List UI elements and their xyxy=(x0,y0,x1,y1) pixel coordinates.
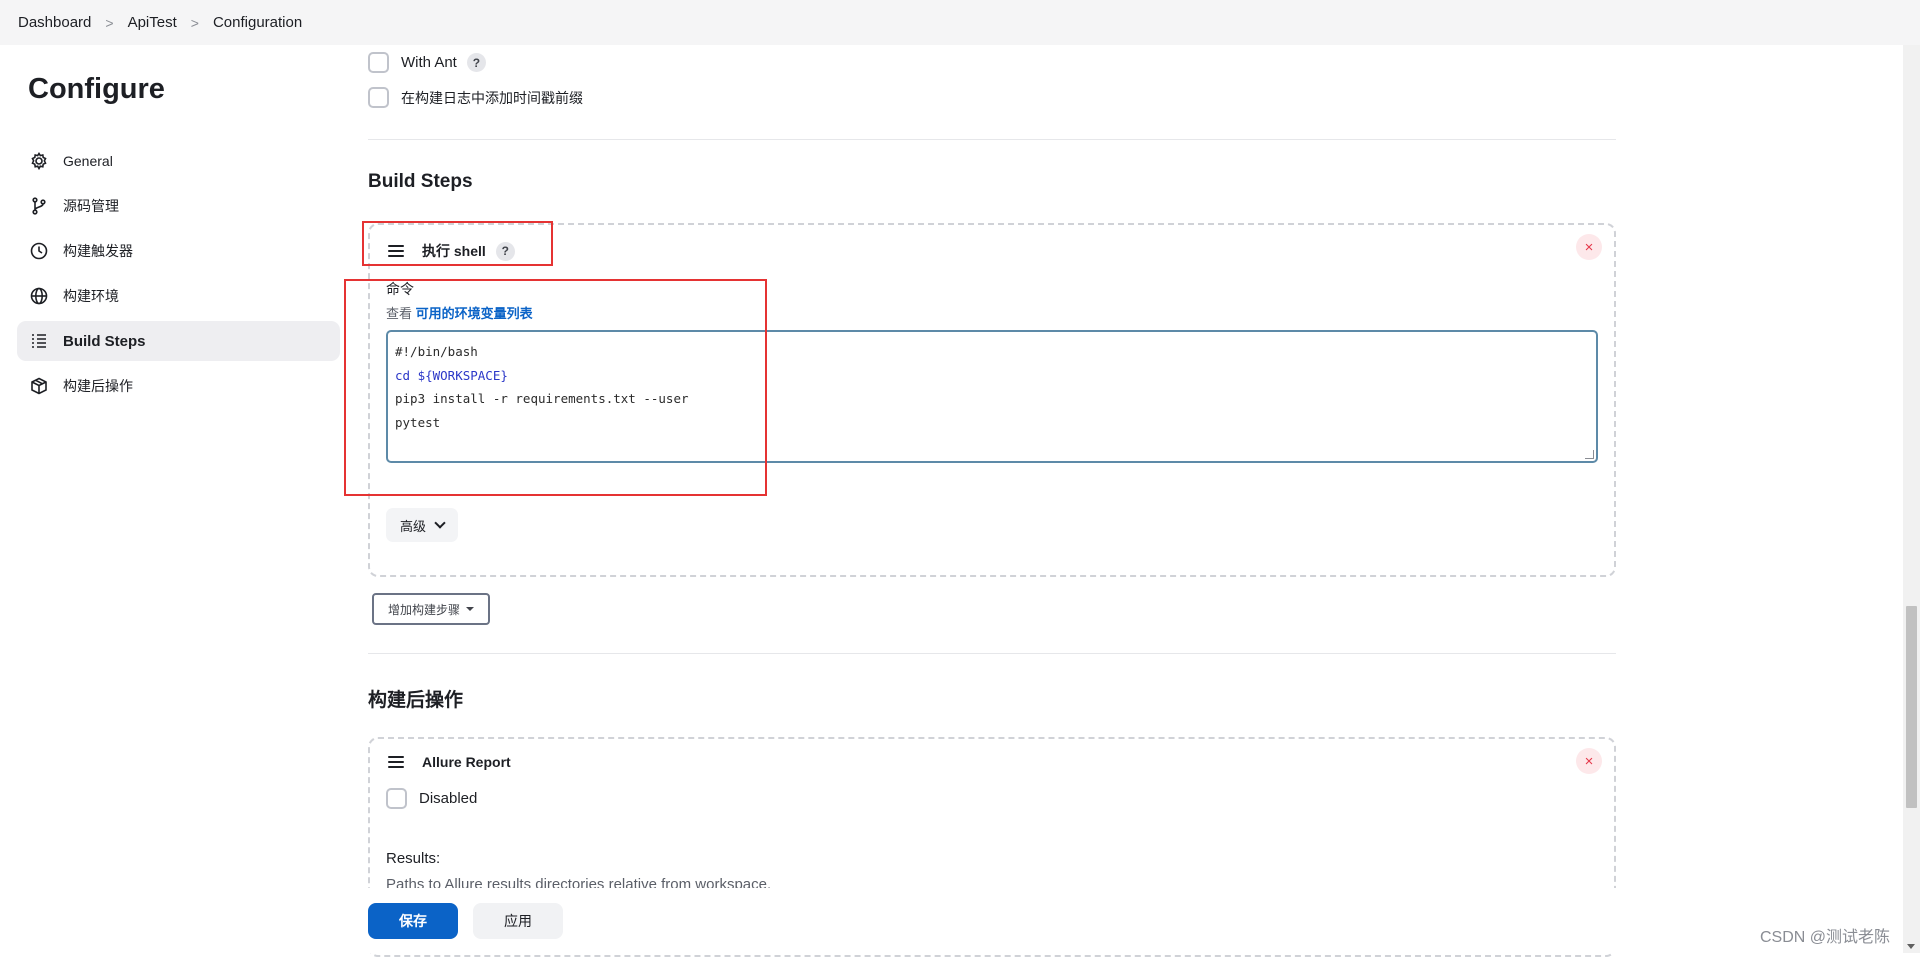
with-ant-label: With Ant xyxy=(401,54,457,71)
advanced-button[interactable]: 高级 xyxy=(386,508,458,542)
with-ant-checkbox[interactable] xyxy=(368,52,389,73)
timestamp-row: 在构建日志中添加时间戳前缀 xyxy=(368,87,583,108)
package-icon xyxy=(29,376,49,396)
breadcrumb-configuration[interactable]: Configuration xyxy=(213,14,302,31)
sidebar-item-environment[interactable]: 构建环境 xyxy=(17,276,340,316)
help-icon[interactable]: ? xyxy=(496,242,515,261)
sidebar-item-label: 源码管理 xyxy=(63,196,119,216)
with-ant-row: With Ant ? xyxy=(368,52,486,73)
breadcrumb-apitest[interactable]: ApiTest xyxy=(128,14,177,31)
sidebar-item-triggers[interactable]: 构建触发器 xyxy=(17,231,340,271)
add-build-step-button[interactable]: 增加构建步骤 xyxy=(372,593,490,625)
sidebar-nav: General 源码管理 构建触发器 构建环境 Build Steps xyxy=(17,141,340,411)
shell-step-header: 执行 shell ? xyxy=(388,241,515,261)
gear-icon xyxy=(29,151,49,171)
scrollbar[interactable] xyxy=(1903,45,1920,953)
disabled-row: Disabled xyxy=(386,788,477,809)
advanced-label: 高级 xyxy=(400,516,426,535)
sidebar-item-label: 构建后操作 xyxy=(63,376,133,396)
command-label: 命令 xyxy=(386,279,414,299)
timestamp-label: 在构建日志中添加时间戳前缀 xyxy=(401,88,583,108)
apply-button[interactable]: 应用 xyxy=(473,903,563,939)
sidebar-item-label: 构建环境 xyxy=(63,286,119,306)
chevron-down-icon xyxy=(434,517,445,528)
page-title: Configure xyxy=(28,73,165,106)
drag-handle-icon[interactable] xyxy=(388,245,404,257)
code-line: cd ${WORKSPACE} xyxy=(395,364,1589,388)
shell-step-title: 执行 shell xyxy=(422,241,486,261)
post-build-title: 构建后操作 xyxy=(368,685,463,712)
sidebar-item-scm[interactable]: 源码管理 xyxy=(17,186,340,226)
save-button[interactable]: 保存 xyxy=(368,903,458,939)
watermark: CSDN @测试老陈 xyxy=(1760,923,1890,947)
bottom-action-bar: 保存 应用 xyxy=(345,888,1905,953)
shell-step-card: 执行 shell ? × 命令 查看 可用的环境变量列表 #!/bin/bash… xyxy=(368,223,1616,577)
drag-handle-icon[interactable] xyxy=(388,756,404,768)
command-textarea[interactable]: #!/bin/bash cd ${WORKSPACE} pip3 install… xyxy=(386,330,1598,463)
code-line: #!/bin/bash xyxy=(395,340,1589,364)
disabled-checkbox[interactable] xyxy=(386,788,407,809)
build-steps-title: Build Steps xyxy=(368,171,473,193)
breadcrumb-dashboard[interactable]: Dashboard xyxy=(18,14,91,31)
globe-icon xyxy=(29,286,49,306)
sidebar-item-label: Build Steps xyxy=(63,333,146,350)
divider xyxy=(368,139,1616,140)
branch-icon xyxy=(29,196,49,216)
sidebar: Configure General 源码管理 构建触发器 构建环境 xyxy=(0,45,345,953)
caret-down-icon xyxy=(466,607,474,611)
divider xyxy=(368,653,1616,654)
sidebar-item-build-steps[interactable]: Build Steps xyxy=(17,321,340,361)
sidebar-item-label: 构建触发器 xyxy=(63,241,133,261)
chevron-right-icon: > xyxy=(105,15,113,31)
env-vars-line: 查看 可用的环境变量列表 xyxy=(386,303,533,322)
clock-icon xyxy=(29,241,49,261)
resize-handle-icon[interactable] xyxy=(1585,450,1594,459)
code-line: pip3 install -r requirements.txt --user xyxy=(395,387,1589,411)
scrollbar-thumb[interactable] xyxy=(1906,606,1917,808)
list-icon xyxy=(29,331,49,351)
scroll-down-arrow-icon[interactable] xyxy=(1907,944,1915,949)
help-icon[interactable]: ? xyxy=(467,53,486,72)
disabled-label: Disabled xyxy=(419,790,477,807)
results-label: Results: xyxy=(386,850,440,867)
sidebar-item-label: General xyxy=(63,153,113,169)
sidebar-item-general[interactable]: General xyxy=(17,141,340,181)
code-line: pytest xyxy=(395,411,1589,435)
env-vars-link[interactable]: 可用的环境变量列表 xyxy=(416,306,533,321)
env-prefix-text: 查看 xyxy=(386,306,412,321)
timestamp-checkbox[interactable] xyxy=(368,87,389,108)
allure-step-header: Allure Report xyxy=(388,754,511,770)
allure-step-title: Allure Report xyxy=(422,754,511,770)
close-icon[interactable]: × xyxy=(1576,748,1602,774)
breadcrumb: Dashboard > ApiTest > Configuration xyxy=(0,0,1920,45)
add-build-step-label: 增加构建步骤 xyxy=(388,601,460,618)
sidebar-item-post-build[interactable]: 构建后操作 xyxy=(17,366,340,406)
chevron-right-icon: > xyxy=(191,15,199,31)
close-icon[interactable]: × xyxy=(1576,234,1602,260)
